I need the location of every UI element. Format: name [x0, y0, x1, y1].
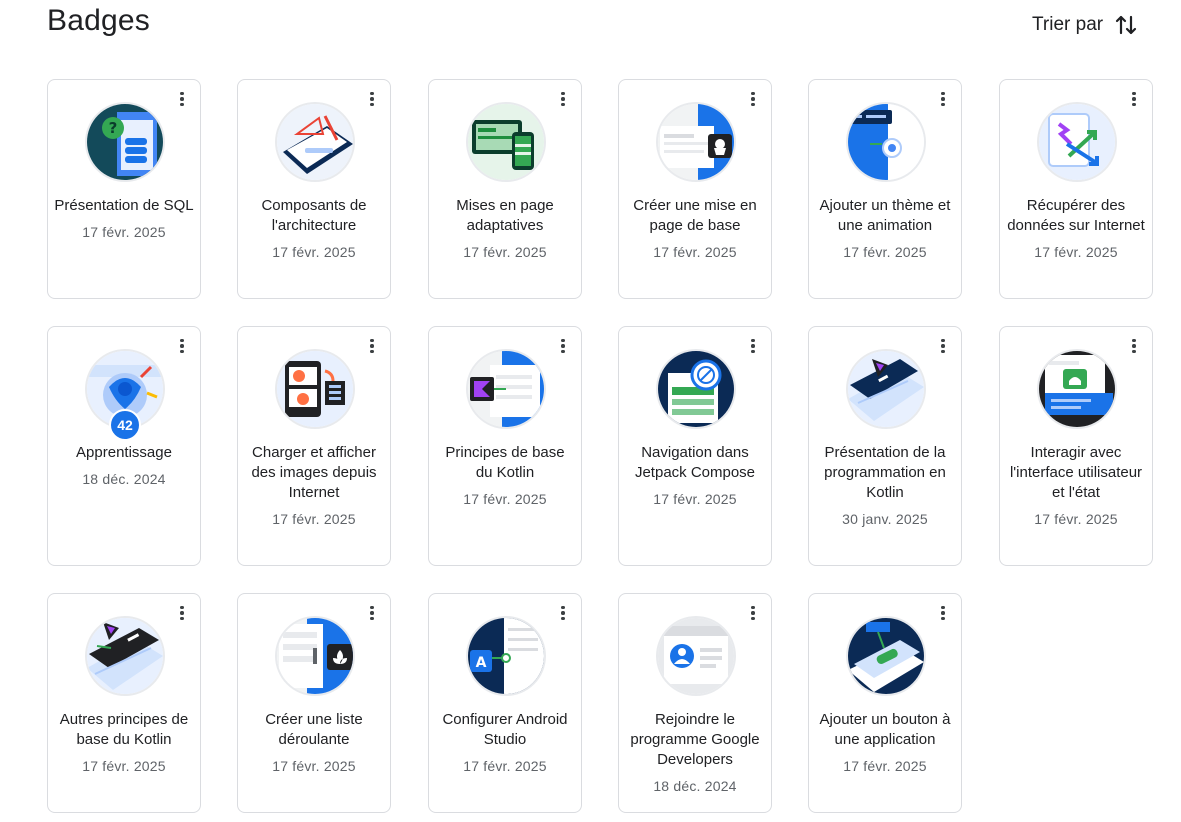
badge-title: Présentation de la programmation en Kotl… — [824, 444, 946, 501]
badge-date: 17 févr. 2025 — [463, 758, 547, 774]
badge-title: Créer une liste déroulante — [265, 711, 363, 748]
load-images-icon — [277, 351, 353, 427]
android-studio-icon: A — [468, 618, 544, 694]
sort-button[interactable]: Trier par — [1032, 13, 1137, 37]
learning-icon: 42 — [87, 351, 163, 441]
badge-card[interactable]: Autres principes de base du Kotlin 17 fév… — [47, 593, 201, 813]
badge-title: Apprentissage — [76, 444, 172, 461]
more-options-icon[interactable] — [365, 335, 379, 357]
badge-date: 17 févr. 2025 — [843, 244, 927, 260]
badge-card[interactable]: Navigation dans Jetpack Compose 17 févr. … — [618, 326, 772, 566]
badge-card[interactable]: Ajouter un bouton à une application 17 fé… — [808, 593, 962, 813]
kotlin-intro-icon — [848, 351, 924, 427]
more-options-icon[interactable] — [556, 335, 570, 357]
badge-date: 17 févr. 2025 — [1034, 511, 1118, 527]
badge-card[interactable]: Mises en page adaptatives 17 févr. 2025 — [428, 79, 582, 299]
cupcake-layout-icon — [658, 104, 734, 180]
more-options-icon[interactable] — [936, 602, 950, 624]
ui-state-icon — [1039, 351, 1115, 427]
sort-label: Trier par — [1032, 14, 1104, 35]
more-options-icon[interactable] — [365, 602, 379, 624]
badge-card[interactable]: Ajouter un thème et une animation 17 févr… — [808, 79, 962, 299]
architecture-blueprint-icon — [277, 104, 353, 180]
internet-data-icon — [1039, 104, 1115, 180]
more-options-icon[interactable] — [365, 88, 379, 110]
badge-date: 17 févr. 2025 — [272, 511, 356, 527]
badge-title: Rejoindre le programme Google Developers — [630, 711, 760, 768]
more-options-icon[interactable] — [175, 602, 189, 624]
badge-date: 17 févr. 2025 — [82, 758, 166, 774]
sql-database-icon: ? — [87, 104, 163, 180]
badge-title: Ajouter un bouton à une application — [819, 711, 951, 748]
svg-text:?: ? — [109, 119, 118, 137]
kotlin-basics-icon — [468, 351, 544, 427]
badge-title: Ajouter un thème et une animation — [819, 197, 951, 234]
kotlin-more-icon — [87, 618, 163, 694]
badge-date: 17 févr. 2025 — [1034, 244, 1118, 260]
badge-title: Configurer Android Studio — [442, 711, 568, 748]
more-options-icon[interactable] — [175, 335, 189, 357]
more-options-icon[interactable] — [556, 88, 570, 110]
badge-title: Mises en page adaptatives — [456, 197, 554, 234]
compose-navigation-icon — [658, 351, 734, 427]
badge-title: Récupérer des données sur Internet — [1007, 197, 1145, 234]
badge-card[interactable]: Récupérer des données sur Internet 17 fév… — [999, 79, 1153, 299]
badge-title: Autres principes de base du Kotlin — [59, 711, 189, 748]
badge-card[interactable]: Présentation de la programmation en Kotl… — [808, 326, 962, 566]
badge-count: 42 — [109, 409, 141, 441]
adaptive-layout-icon — [468, 104, 544, 180]
svg-text:A: A — [476, 655, 487, 671]
badge-date: 18 déc. 2024 — [82, 471, 166, 487]
badge-date: 17 févr. 2025 — [82, 224, 166, 240]
badge-card[interactable]: Charger et afficher des images depuis In… — [237, 326, 391, 566]
badge-card[interactable]: Interagir avec l'interface utilisateur e… — [999, 326, 1153, 566]
badge-card[interactable]: A Configurer Android Studio 17 févr. 2025 — [428, 593, 582, 813]
badge-title: Interagir avec l'interface utilisateur e… — [1009, 444, 1143, 501]
more-options-icon[interactable] — [1127, 335, 1141, 357]
badge-date: 17 févr. 2025 — [653, 491, 737, 507]
more-options-icon[interactable] — [175, 88, 189, 110]
badge-title: Présentation de SQL — [54, 197, 194, 214]
badge-date: 17 févr. 2025 — [272, 244, 356, 260]
more-options-icon[interactable] — [746, 88, 760, 110]
add-button-icon — [848, 618, 924, 694]
more-options-icon[interactable] — [1127, 88, 1141, 110]
theme-animation-icon — [848, 104, 924, 180]
badge-card[interactable]: Créer une mise en page de base 17 févr. 2… — [618, 79, 772, 299]
badge-date: 17 févr. 2025 — [463, 491, 547, 507]
badge-card[interactable]: 42 Apprentissage 18 déc. 2024 — [47, 326, 201, 566]
more-options-icon[interactable] — [746, 602, 760, 624]
badge-card[interactable]: Composants de l'architecture 17 févr. 202… — [237, 79, 391, 299]
badge-date: 17 févr. 2025 — [653, 244, 737, 260]
badge-date: 30 janv. 2025 — [842, 511, 928, 527]
scrollable-list-icon — [277, 618, 353, 694]
badge-date: 17 févr. 2025 — [272, 758, 356, 774]
badge-date: 18 déc. 2024 — [653, 778, 737, 794]
more-options-icon[interactable] — [746, 335, 760, 357]
badge-card[interactable]: Créer une liste déroulante 17 févr. 2025 — [237, 593, 391, 813]
more-options-icon[interactable] — [936, 88, 950, 110]
badge-date: 17 févr. 2025 — [843, 758, 927, 774]
badge-card[interactable]: Rejoindre le programme Google Developers… — [618, 593, 772, 813]
sort-arrows-icon — [1115, 15, 1137, 35]
badge-title: Créer une mise en page de base — [633, 197, 757, 234]
badge-date: 17 févr. 2025 — [463, 244, 547, 260]
badge-card[interactable]: Principes de base du Kotlin 17 févr. 2025 — [428, 326, 582, 566]
badge-title: Charger et afficher des images depuis In… — [251, 444, 377, 501]
more-options-icon[interactable] — [556, 602, 570, 624]
badge-title: Principes de base du Kotlin — [445, 444, 565, 481]
badge-card[interactable]: ? Présentation de SQL 17 févr. 2025 — [47, 79, 201, 299]
badge-title: Navigation dans Jetpack Compose — [634, 444, 756, 481]
developer-profile-icon — [658, 618, 734, 694]
more-options-icon[interactable] — [936, 335, 950, 357]
badge-title: Composants de l'architecture — [261, 197, 367, 234]
page-title: Badges — [47, 4, 150, 37]
